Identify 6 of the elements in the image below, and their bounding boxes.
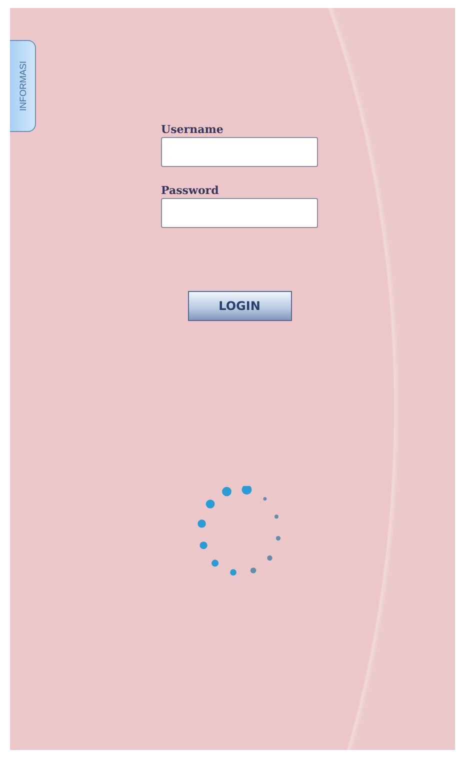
login-button[interactable]: LOGIN — [188, 291, 292, 321]
field-label: Username — [161, 123, 224, 136]
input-field[interactable] — [161, 198, 318, 228]
input-field[interactable] — [161, 137, 318, 167]
field-label: Password — [161, 184, 220, 197]
side-tab[interactable]: INFORMASI — [10, 40, 36, 132]
